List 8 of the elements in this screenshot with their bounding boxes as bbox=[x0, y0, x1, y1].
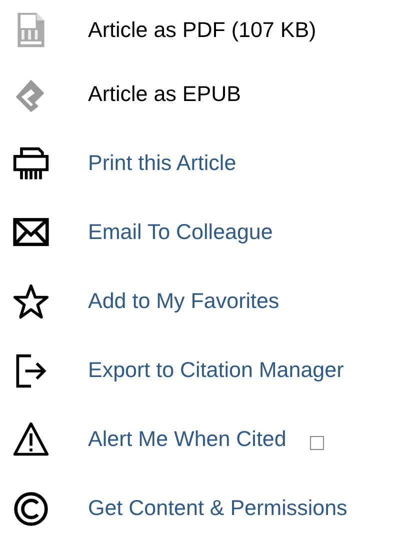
action-link[interactable]: Add to My Favorites bbox=[88, 289, 280, 314]
download-link[interactable]: Article as PDF (107 KB) bbox=[88, 18, 316, 42]
action-link[interactable]: Get Content & Permissions bbox=[88, 496, 348, 521]
download-link[interactable]: Article as EPUB bbox=[88, 82, 241, 107]
action-link[interactable]: Email To Colleague bbox=[88, 220, 273, 245]
action-link[interactable]: Alert Me When Cited bbox=[88, 427, 286, 452]
action-link[interactable]: Print this Article bbox=[88, 151, 236, 176]
action-link[interactable]: Export to Citation Manager bbox=[88, 358, 344, 383]
